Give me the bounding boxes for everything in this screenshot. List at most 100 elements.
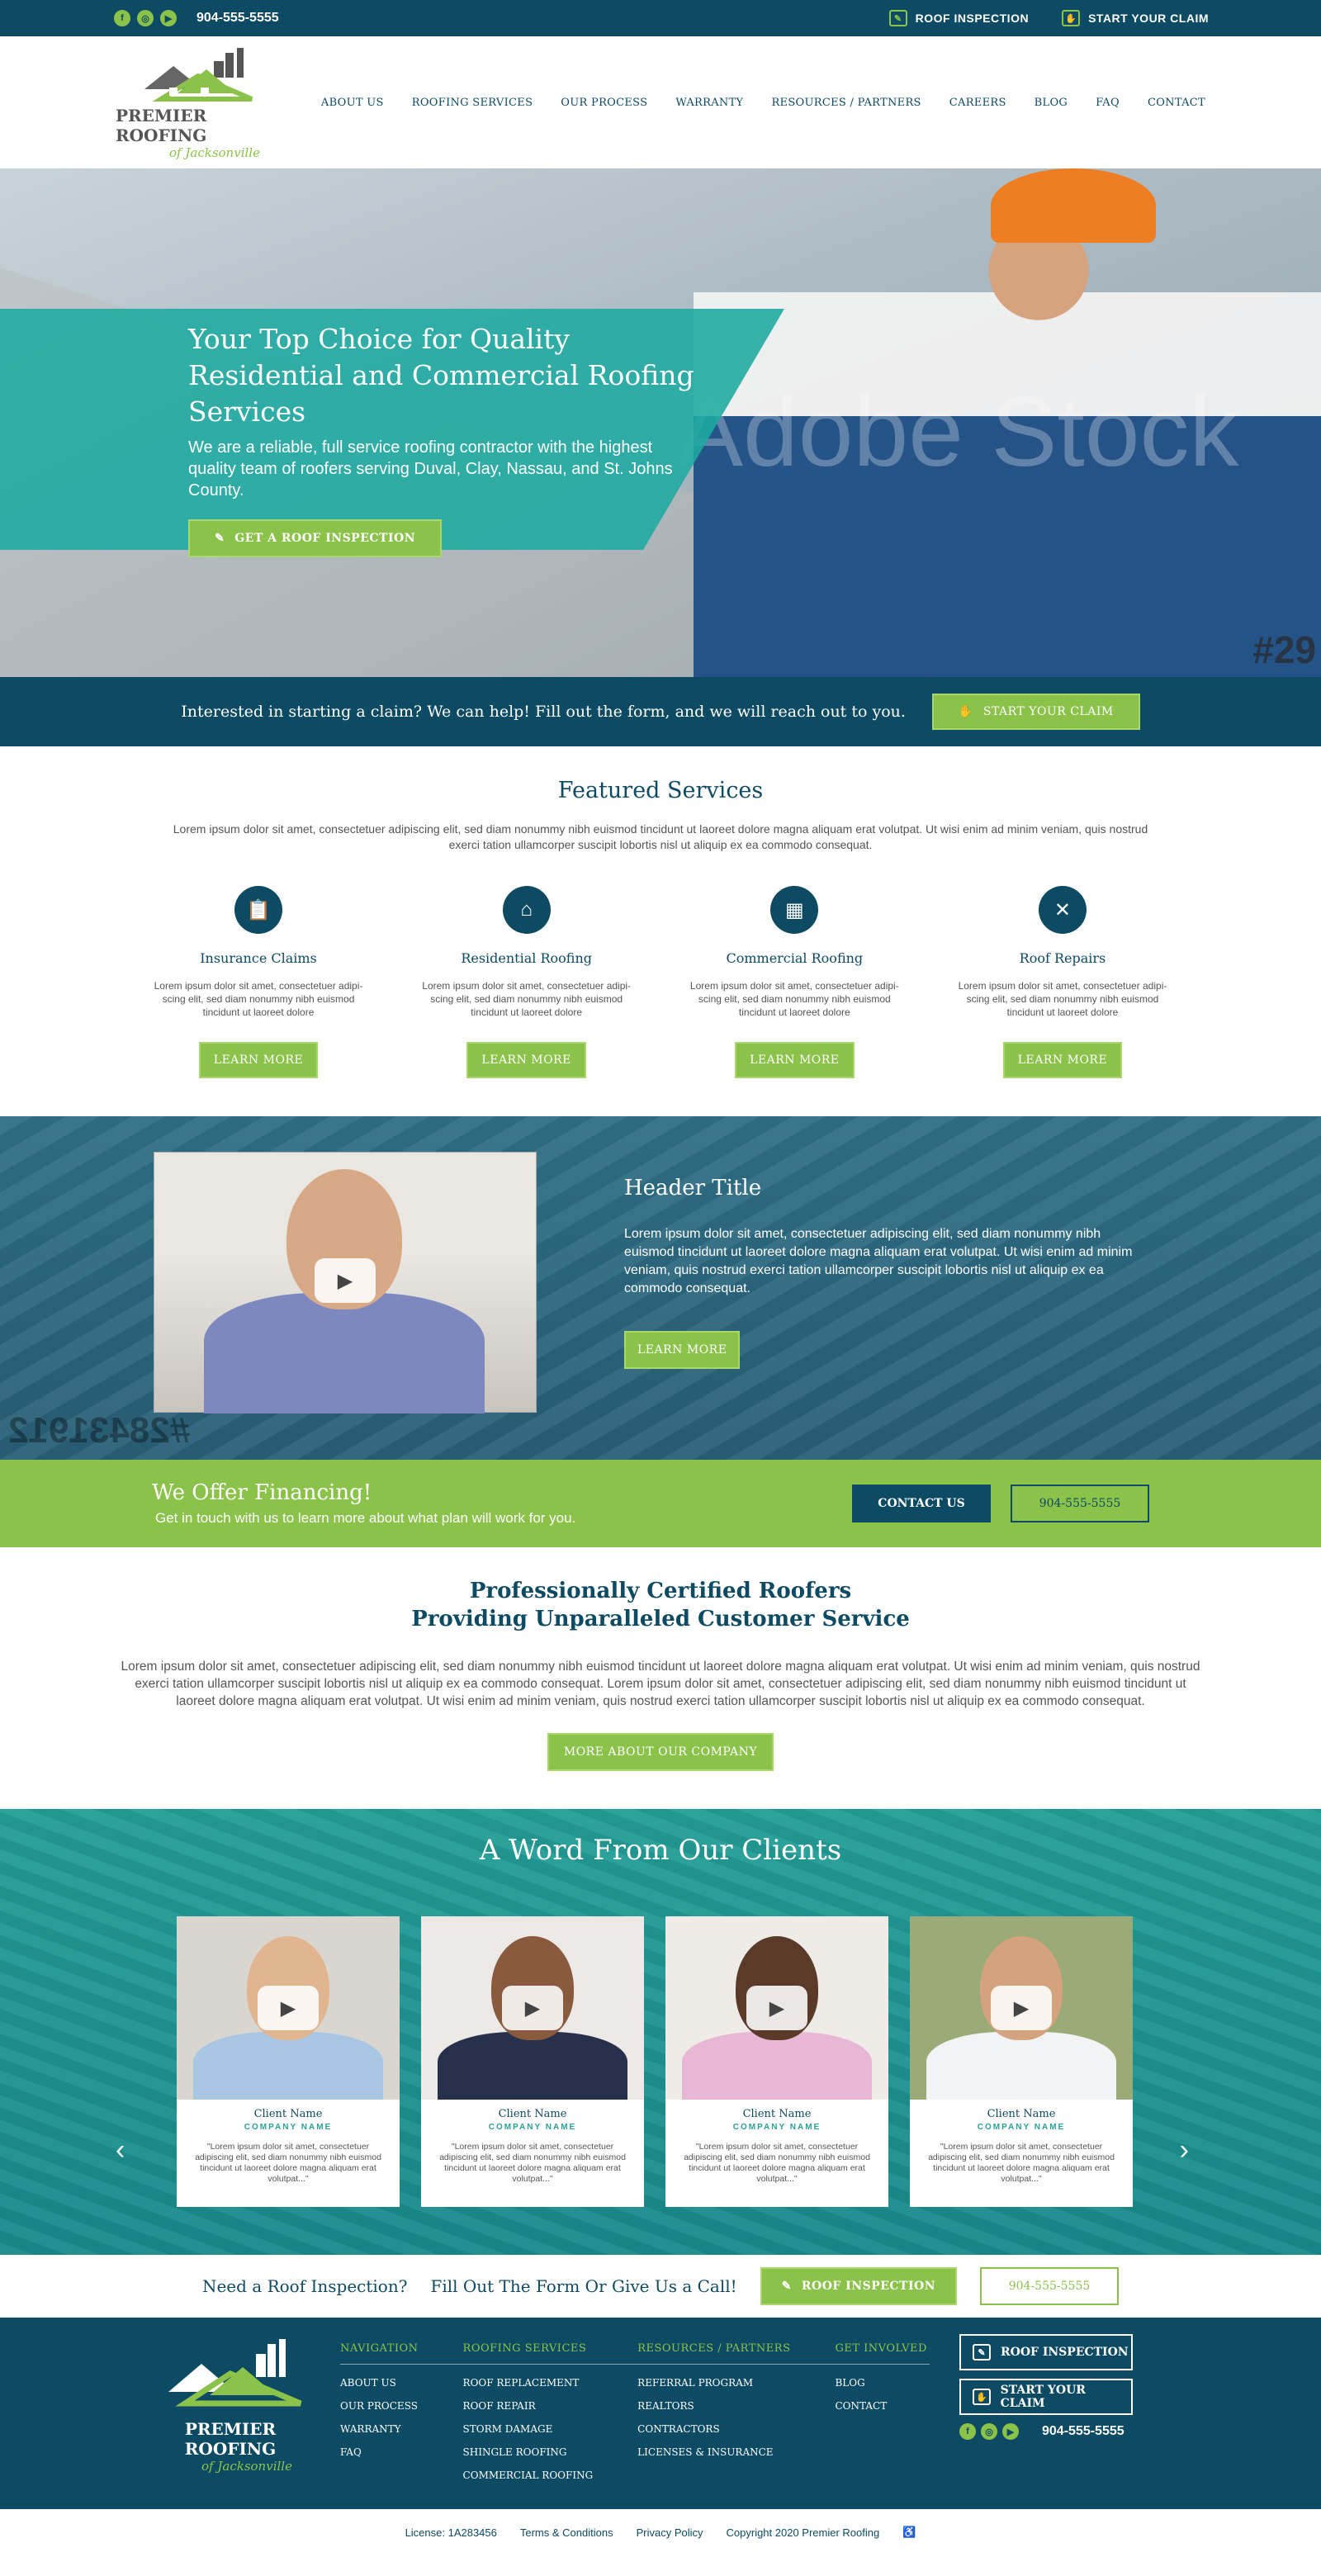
- service-title[interactable]: Insurance Claims: [200, 950, 317, 966]
- service-title[interactable]: Roof Repairs: [1020, 950, 1106, 966]
- video-learn-more-button[interactable]: LEARN MORE: [624, 1331, 741, 1369]
- terms-link[interactable]: Terms & Conditions: [520, 2526, 613, 2539]
- footer: PREMIER ROOFING of Jacksonville NAVIGATI…: [0, 2318, 1321, 2509]
- learn-more-button[interactable]: LEARN MORE: [1002, 1042, 1123, 1078]
- footer-link[interactable]: ROOF REPAIR: [463, 2394, 594, 2417]
- footer-link[interactable]: REFERRAL PROGRAM: [637, 2371, 790, 2394]
- video-thumbnail[interactable]: ▶: [154, 1152, 537, 1413]
- testimonial-video-thumbnail[interactable]: ▶: [910, 1916, 1133, 2100]
- company-name: COMPANY NAME: [244, 2123, 333, 2132]
- video-title: Header Title: [624, 1176, 762, 1200]
- nav-resources-partners[interactable]: RESOURCES / PARTNERS: [771, 97, 921, 109]
- footer-start-claim-button[interactable]: ✋ START YOUR CLAIM: [959, 2379, 1133, 2415]
- play-icon[interactable]: ▶: [315, 1258, 376, 1303]
- nav-our-process[interactable]: OUR PROCESS: [561, 97, 647, 109]
- certified-title-line-2: Providing Unparalleled Customer Service: [411, 1607, 910, 1631]
- testimonial-carousel: ▶ Client Name COMPANY NAME "Lorem ipsum …: [177, 1916, 1133, 2207]
- clipboard-icon: ✎: [973, 2344, 991, 2361]
- site-logo[interactable]: PREMIER ROOFING of Jacksonville: [116, 45, 281, 160]
- client-name: Client Name: [498, 2108, 567, 2120]
- top-roof-inspection-link[interactable]: ✎ ROOF INSPECTION: [888, 10, 1029, 26]
- footer-link[interactable]: OUR PROCESS: [340, 2394, 419, 2417]
- privacy-link[interactable]: Privacy Policy: [637, 2526, 703, 2539]
- learn-more-button[interactable]: LEARN MORE: [466, 1042, 586, 1078]
- footer-link[interactable]: ABOUT US: [340, 2371, 419, 2394]
- footer-link[interactable]: SHINGLE ROOFING: [463, 2441, 594, 2464]
- video-person-image: [204, 1293, 485, 1413]
- carousel-next-icon[interactable]: ›: [1180, 2134, 1189, 2166]
- footer-link[interactable]: COMMERCIAL ROOFING: [463, 2464, 594, 2487]
- testimonials-title: A Word From Our Clients: [479, 1834, 842, 1867]
- get-roof-inspection-button[interactable]: ✎ GET A ROOF INSPECTION: [188, 519, 442, 557]
- nav-contact[interactable]: CONTACT: [1148, 97, 1205, 109]
- financing-phone-button[interactable]: 904-555-5555: [1011, 1485, 1149, 1522]
- nav-about-us[interactable]: ABOUT US: [321, 97, 384, 109]
- footer-link[interactable]: FAQ: [340, 2441, 419, 2464]
- more-about-company-button[interactable]: MORE ABOUT OUR COMPANY: [547, 1733, 774, 1771]
- testimonial-video-thumbnail[interactable]: ▶: [177, 1916, 400, 2100]
- financing-bar: We Offer Financing! Get in touch with us…: [0, 1460, 1321, 1547]
- cta-roof-inspection-button[interactable]: ✎ ROOF INSPECTION: [760, 2267, 958, 2305]
- nav-warranty[interactable]: WARRANTY: [675, 97, 743, 109]
- youtube-icon[interactable]: ▶: [1002, 2423, 1019, 2440]
- service-text: Lorem ipsum dolor sit amet, consectetuer…: [422, 980, 632, 1018]
- footer-logo[interactable]: PREMIER ROOFING of Jacksonville: [144, 2336, 317, 2474]
- play-icon[interactable]: ▶: [746, 1986, 807, 2030]
- main-header: PREMIER ROOFING of Jacksonville ABOUT US…: [0, 36, 1321, 168]
- claim-icon: ✋: [958, 705, 973, 718]
- instagram-icon[interactable]: ◎: [981, 2423, 997, 2440]
- service-text: Lorem ipsum dolor sit amet, consectetuer…: [689, 980, 899, 1018]
- footer-link[interactable]: CONTRACTORS: [637, 2417, 790, 2441]
- client-body: [926, 2032, 1116, 2100]
- nav-careers[interactable]: CAREERS: [949, 97, 1006, 109]
- play-icon[interactable]: ▶: [991, 1986, 1052, 2030]
- carousel-prev-icon[interactable]: ‹: [116, 2134, 125, 2166]
- financing-title: We Offer Financing!: [152, 1480, 372, 1505]
- service-title[interactable]: Commercial Roofing: [726, 950, 863, 966]
- clipboard-icon: ✎: [888, 10, 907, 26]
- top-start-claim-link[interactable]: ✋ START YOUR CLAIM: [1062, 10, 1209, 26]
- client-name: Client Name: [987, 2108, 1056, 2120]
- footer-link[interactable]: REALTORS: [637, 2394, 790, 2417]
- financing-text: Get in touch with us to learn more about…: [155, 1510, 576, 1526]
- testimonial-card: ▶ Client Name COMPANY NAME "Lorem ipsum …: [910, 1916, 1133, 2207]
- footer-col-resources: RESOURCES / PARTNERS REFERRAL PROGRAM RE…: [637, 2342, 790, 2487]
- footer-link[interactable]: WARRANTY: [340, 2417, 419, 2441]
- testimonial-video-thumbnail[interactable]: ▶: [665, 1916, 888, 2100]
- accessibility-icon[interactable]: ♿: [902, 2526, 916, 2539]
- start-claim-label: START YOUR CLAIM: [982, 705, 1114, 718]
- facebook-icon[interactable]: f: [114, 10, 130, 26]
- play-icon[interactable]: ▶: [258, 1986, 319, 2030]
- footer-social: f ◎ ▶ 904-555-5555: [959, 2423, 1133, 2440]
- footer-roof-inspection-button[interactable]: ✎ ROOF INSPECTION: [959, 2334, 1133, 2370]
- facebook-icon[interactable]: f: [959, 2423, 976, 2440]
- footer-link[interactable]: ROOF REPLACEMENT: [463, 2371, 594, 2394]
- learn-more-button[interactable]: LEARN MORE: [735, 1042, 855, 1078]
- start-claim-button[interactable]: ✋ START YOUR CLAIM: [931, 694, 1140, 730]
- nav-faq[interactable]: FAQ: [1096, 97, 1120, 109]
- service-title[interactable]: Residential Roofing: [461, 950, 592, 966]
- video-section: #28431912 ▶ Header Title Lorem ipsum dol…: [0, 1116, 1321, 1460]
- footer-link[interactable]: LICENSES & INSURANCE: [637, 2441, 790, 2464]
- logo-text: PREMIER ROOFING: [116, 106, 207, 145]
- client-body: [438, 2032, 627, 2100]
- nav-roofing-services[interactable]: ROOFING SERVICES: [412, 97, 533, 109]
- top-phone[interactable]: 904-555-5555: [196, 11, 279, 26]
- company-name: COMPANY NAME: [488, 2123, 577, 2132]
- play-icon[interactable]: ▶: [502, 1986, 563, 2030]
- footer-link[interactable]: CONTACT: [835, 2394, 926, 2417]
- cta-phone-button[interactable]: 904-555-5555: [980, 2267, 1120, 2305]
- footer-phone[interactable]: 904-555-5555: [1042, 2424, 1125, 2439]
- instagram-icon[interactable]: ◎: [137, 10, 154, 26]
- hero-watermark-id: #29: [1252, 628, 1316, 671]
- inspection-cta-bar: Need a Roof Inspection? Fill Out The For…: [0, 2255, 1321, 2318]
- testimonial-video-thumbnail[interactable]: ▶: [421, 1916, 644, 2100]
- footer-logo-tagline: of Jacksonville: [201, 2459, 292, 2474]
- youtube-icon[interactable]: ▶: [160, 10, 177, 26]
- learn-more-button[interactable]: LEARN MORE: [198, 1042, 319, 1078]
- contact-us-button[interactable]: CONTACT US: [852, 1485, 991, 1522]
- nav-blog[interactable]: BLOG: [1035, 97, 1068, 109]
- footer-link[interactable]: BLOG: [835, 2371, 926, 2394]
- service-card-insurance-claims: 📋 Insurance Claims Lorem ipsum dolor sit…: [150, 886, 367, 1078]
- footer-link[interactable]: STORM DAMAGE: [463, 2417, 594, 2441]
